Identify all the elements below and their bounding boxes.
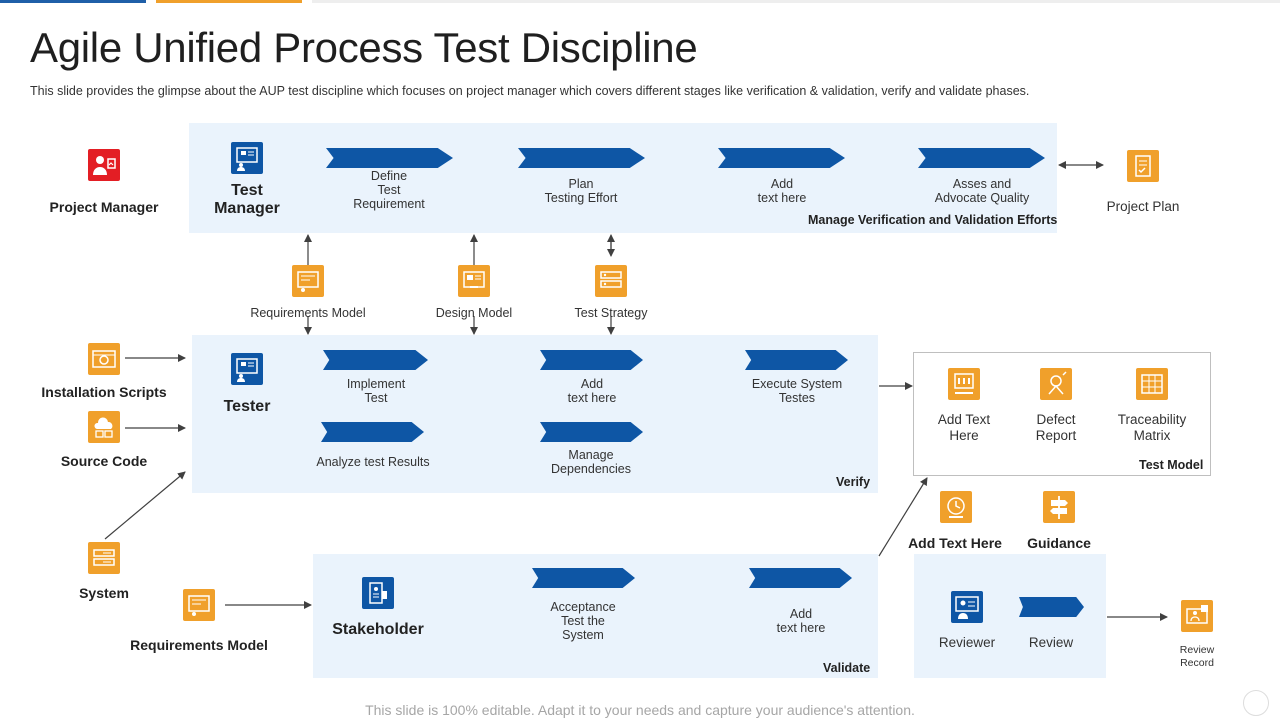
project-manager-label: Project Manager <box>49 199 159 215</box>
test-manager-step-4: Asses and Advocate Quality <box>934 177 1030 205</box>
tester-icon <box>231 353 263 385</box>
footer-note: This slide is 100% editable. Adapt it to… <box>365 702 915 718</box>
guidance-icon <box>1043 491 1075 523</box>
tester-step-4: Analyze test Results <box>316 455 430 469</box>
tester-footer: Verify <box>836 475 871 489</box>
requirements-model-icon <box>292 265 324 297</box>
artifact-design-model: Design Model <box>435 306 513 320</box>
add-text-here-label: Add Text Here <box>908 535 1002 551</box>
artifact-requirements-model: Requirements Model <box>250 306 366 320</box>
test-manager-step-3-chevron <box>718 148 845 168</box>
tester-step-2: Add text here <box>567 377 617 405</box>
tester-step-4-chevron <box>321 422 424 442</box>
requirements-model-input-icon <box>183 589 215 621</box>
test-manager-step-4-chevron <box>918 148 1045 168</box>
stakeholder-step-2: Add text here <box>776 607 826 635</box>
test-manager-step-1: Define Test Requirement <box>353 169 425 211</box>
review-record-icon <box>1181 600 1213 632</box>
tester-role: Tester <box>223 398 271 415</box>
guidance-label: Guidance <box>1027 535 1091 551</box>
system-label: System <box>79 585 129 601</box>
test-manager-step-3: Add text here <box>757 177 807 205</box>
project-plan-label: Project Plan <box>1106 199 1180 214</box>
test-model-item-3: Traceability Matrix <box>1117 412 1187 443</box>
tester-step-1-chevron <box>323 350 428 370</box>
stakeholder-step-1-chevron <box>532 568 635 588</box>
tester-step-3-chevron <box>745 350 848 370</box>
design-model-icon <box>458 265 490 297</box>
source-code-label: Source Code <box>60 453 148 469</box>
installation-scripts-label: Installation Scripts <box>41 384 167 400</box>
test-manager-footer: Manage Verification and Validation Effor… <box>808 213 1058 227</box>
stakeholder-footer: Validate <box>823 661 871 675</box>
review-label: Review <box>1028 635 1074 650</box>
tester-step-5-chevron <box>540 422 643 442</box>
test-model-item-1: Add Text Here <box>937 412 991 443</box>
source-code-icon <box>88 411 120 443</box>
add-text-here-icon <box>940 491 972 523</box>
reviewer-label: Reviewer <box>938 635 996 650</box>
project-plan-icon <box>1127 150 1159 182</box>
add-text-icon <box>948 368 980 400</box>
test-manager-icon <box>231 142 263 174</box>
tester-step-5: Manage Dependencies <box>551 448 631 476</box>
test-manager-step-2-chevron <box>518 148 645 168</box>
artifact-test-strategy: Test Strategy <box>574 306 648 320</box>
defect-report-icon <box>1040 368 1072 400</box>
test-manager-step-2: Plan Testing Effort <box>544 177 618 205</box>
tester-step-1: Implement Test <box>346 377 406 405</box>
project-manager-icon <box>88 149 120 181</box>
stakeholder-icon <box>362 577 394 609</box>
review-chevron <box>1019 597 1084 617</box>
test-manager-step-1-chevron <box>326 148 453 168</box>
traceability-matrix-icon <box>1136 368 1168 400</box>
reviewer-icon <box>951 591 983 623</box>
test-model-footer: Test Model <box>1139 458 1204 472</box>
tester-step-3: Execute System Testes <box>751 377 843 405</box>
test-strategy-icon <box>595 265 627 297</box>
requirements-model-input-label: Requirements Model <box>130 637 268 653</box>
test-model-item-2: Defect Report <box>1035 412 1077 443</box>
stakeholder-role: Stakeholder <box>332 621 424 638</box>
installation-scripts-icon <box>88 343 120 375</box>
test-manager-role: Test Manager <box>214 182 280 217</box>
review-record-label: Review Record <box>1179 644 1215 669</box>
stakeholder-step-1: Acceptance Test the System <box>550 600 616 642</box>
slide-nav-circle[interactable] <box>1243 690 1269 716</box>
system-icon <box>88 542 120 574</box>
stakeholder-step-2-chevron <box>749 568 852 588</box>
tester-step-2-chevron <box>540 350 643 370</box>
